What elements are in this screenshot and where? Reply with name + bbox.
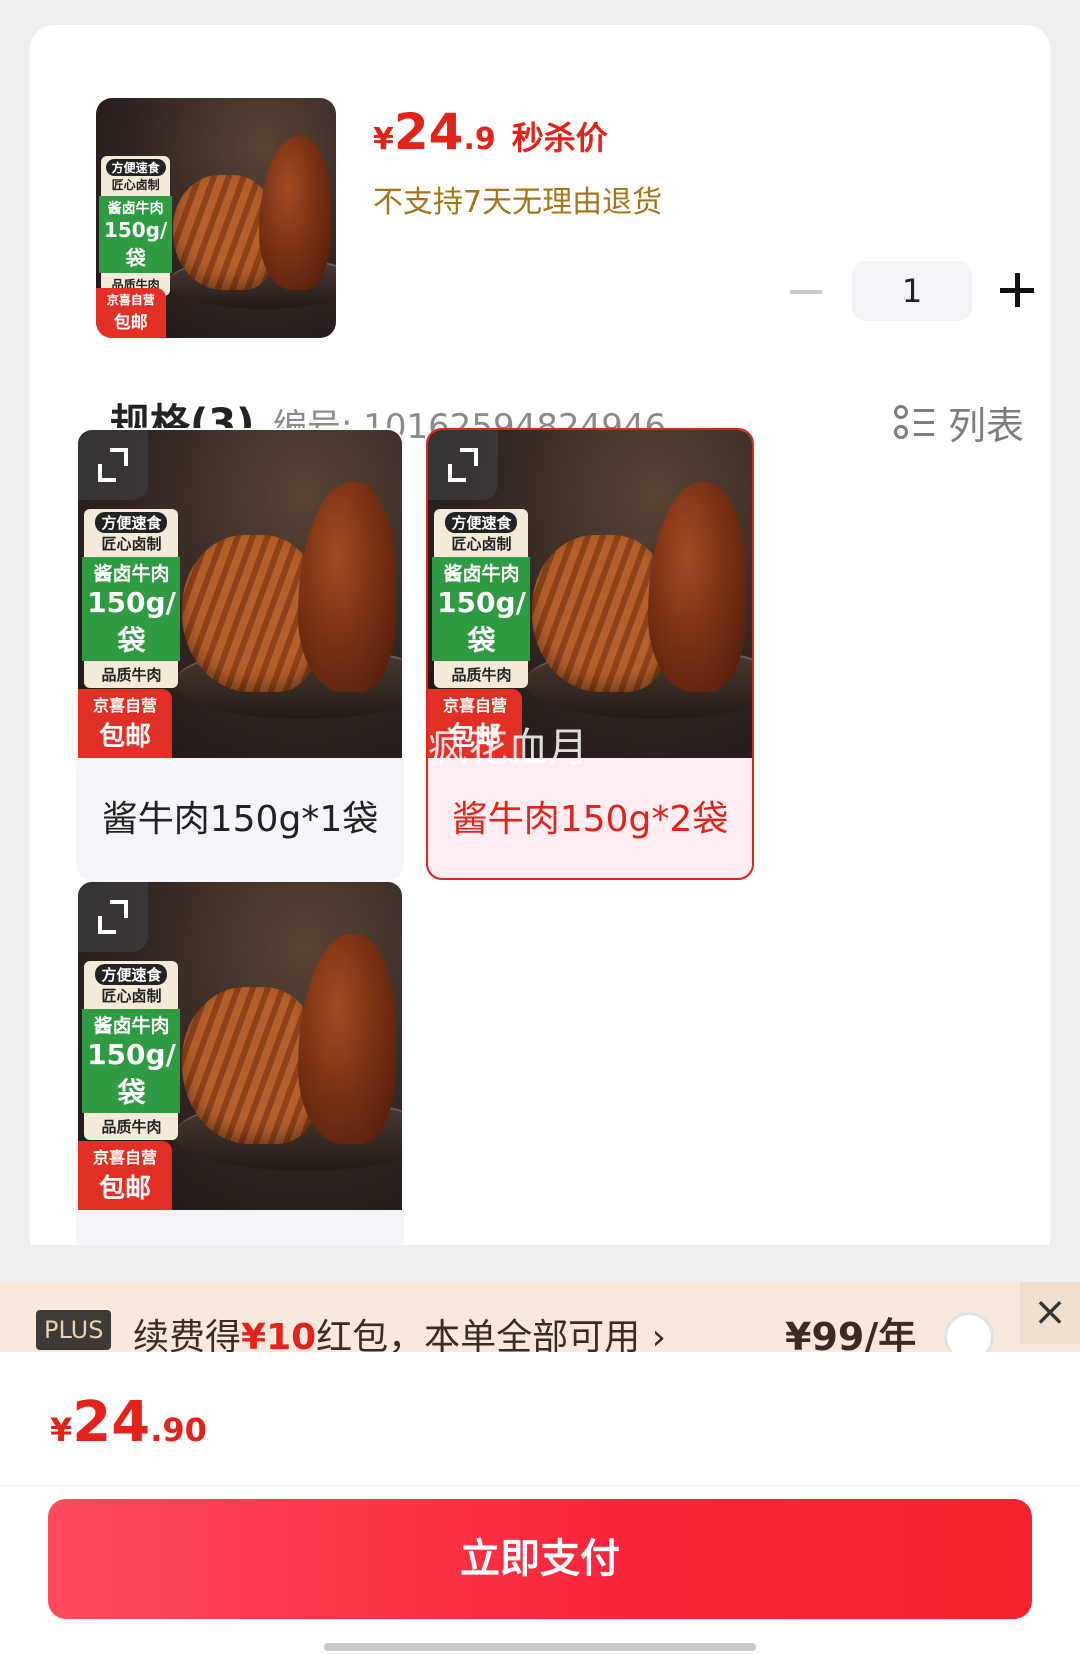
list-view-toggle[interactable]: 列表 xyxy=(894,395,1024,450)
badge-line2: 包邮 xyxy=(98,1174,151,1204)
price-integer: 24 xyxy=(393,103,464,161)
label-tag: 方便速食 xyxy=(95,963,168,985)
price-tag: 秒杀价 xyxy=(511,119,608,157)
badge-line2: 包邮 xyxy=(113,313,148,333)
total-integer: 24 xyxy=(72,1390,151,1455)
promo-text-post: 红包，本单全部可用 › xyxy=(316,1317,667,1352)
checkout-footer: ¥24.90 立即支付 xyxy=(0,1352,1080,1655)
promo-amount: ¥10 xyxy=(241,1317,317,1352)
home-indicator[interactable] xyxy=(324,1643,756,1651)
spec-option-label: 酱牛肉150g*1袋 xyxy=(101,799,379,840)
spec-option[interactable]: 方便速食 匠心卤制 酱卤牛肉 150g/袋 品质牛肉 京喜自营 包邮 酱牛肉15… xyxy=(76,428,404,880)
plus-badge: PLUS xyxy=(36,1310,112,1350)
list-toggle-label: 列表 xyxy=(948,404,1025,448)
divider xyxy=(0,1485,1080,1486)
beef-shank-graphic xyxy=(259,136,332,290)
badge-line1: 京喜自营 xyxy=(442,696,507,715)
expand-icon[interactable] xyxy=(78,882,148,952)
badge-line2: 包邮 xyxy=(98,722,151,752)
spec-option-selected[interactable]: 方便速食 匠心卤制 酱卤牛肉 150g/袋 品质牛肉 京喜自营 包邮 疯花血月 … xyxy=(426,428,754,880)
quantity-input[interactable]: 1 xyxy=(852,261,972,321)
plus-select-radio[interactable] xyxy=(944,1312,994,1352)
spec-option[interactable]: 方便速食 匠心卤制 酱卤牛肉 150g/袋 品质牛肉 京喜自营 包邮 xyxy=(76,880,404,1245)
product-thumbnail[interactable]: 方便速食 匠心卤制 酱卤牛肉 150g/袋 品质牛肉 京喜自营 包邮 xyxy=(96,98,336,338)
label-green1: 酱卤牛肉 xyxy=(93,1014,170,1037)
spec-option-label xyxy=(78,1210,402,1245)
badge-line1: 京喜自营 xyxy=(106,293,155,307)
label-tag: 方便速食 xyxy=(95,511,168,533)
label-line1: 匠心卤制 xyxy=(101,534,162,553)
expand-icon[interactable] xyxy=(428,430,498,500)
spec-option-label: 酱牛肉150g*2袋 xyxy=(451,799,729,840)
price-currency: ¥ xyxy=(373,122,394,157)
label-tag: 方便速食 xyxy=(445,511,518,533)
label-green1: 酱卤牛肉 xyxy=(443,562,520,585)
list-icon xyxy=(894,403,934,443)
plus-membership-promo[interactable]: PLUS 续费得¥10红包，本单全部可用 › ¥99/年 xyxy=(0,1282,1080,1352)
decrease-quantity-button[interactable] xyxy=(790,290,822,294)
badge-line1: 京喜自营 xyxy=(92,696,157,715)
product-sheet: 方便速食 匠心卤制 酱卤牛肉 150g/袋 品质牛肉 京喜自营 包邮 ¥24.9… xyxy=(30,25,1050,1245)
total-price: ¥24.90 xyxy=(50,1390,207,1455)
label-green: 酱卤牛肉 150g/袋 xyxy=(98,195,173,273)
label-line1: 匠心卤制 xyxy=(101,986,162,1005)
total-currency: ¥ xyxy=(50,1411,73,1449)
label-green2: 150g/袋 xyxy=(103,217,168,270)
plus-price: ¥99/年 xyxy=(785,1315,917,1352)
label-tag: 方便速食 xyxy=(105,158,166,176)
label-green2: 150g/袋 xyxy=(87,585,176,657)
label-green2: 150g/袋 xyxy=(437,585,526,657)
label-line2: 品质牛肉 xyxy=(451,665,512,684)
package-label: 方便速食 匠心卤制 酱卤牛肉 150g/袋 品质牛肉 xyxy=(98,155,173,296)
plus-promo-text: 续费得¥10红包，本单全部可用 › xyxy=(133,1308,666,1352)
close-icon[interactable]: × xyxy=(1020,1282,1080,1344)
return-policy-note: 不支持7天无理由退货 xyxy=(373,185,663,220)
label-green1: 酱卤牛肉 xyxy=(93,562,170,585)
label-green2: 150g/袋 xyxy=(87,1037,176,1109)
promo-text-pre: 续费得 xyxy=(133,1317,242,1352)
pay-now-button[interactable]: 立即支付 xyxy=(48,1499,1032,1619)
expand-icon[interactable] xyxy=(78,430,148,500)
label-green1: 酱卤牛肉 xyxy=(107,200,164,217)
label-line2: 品质牛肉 xyxy=(101,1117,162,1136)
total-decimal: .90 xyxy=(150,1411,207,1449)
increase-quantity-button[interactable] xyxy=(1000,273,1034,307)
label-line1: 匠心卤制 xyxy=(111,177,160,192)
flash-sale-price: ¥24.9 秒杀价 xyxy=(373,103,608,161)
price-decimal: .9 xyxy=(463,122,496,157)
free-shipping-badge: 京喜自营 包邮 xyxy=(96,288,166,338)
label-line2: 品质牛肉 xyxy=(101,665,162,684)
label-line1: 匠心卤制 xyxy=(451,534,512,553)
badge-line1: 京喜自营 xyxy=(92,1148,157,1167)
